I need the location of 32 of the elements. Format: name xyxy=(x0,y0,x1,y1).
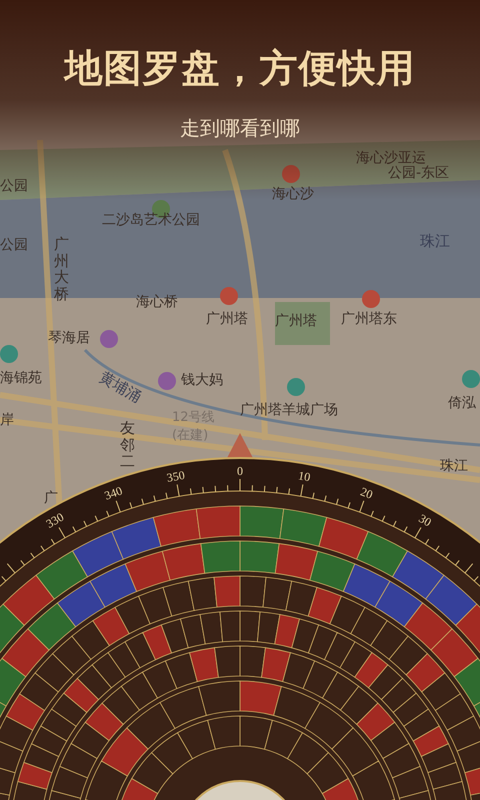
place-label: 岸 xyxy=(0,412,14,430)
place-label: 琴海居 xyxy=(48,330,90,348)
place-label: 海锦苑 xyxy=(0,370,42,388)
headline: 地图罗盘，方便快用 xyxy=(64,45,416,92)
place-label: 公园-东区 xyxy=(388,165,450,182)
degree-label: 30 xyxy=(416,511,434,530)
place-label: 广州塔 xyxy=(275,313,317,330)
degree-label: 350 xyxy=(166,468,186,485)
place-label: 广州塔 xyxy=(206,311,248,328)
degree-label: 340 xyxy=(102,483,124,503)
water-label: 黄埔涌 xyxy=(96,368,145,407)
place-label: 珠江 xyxy=(440,458,468,476)
degree-label: 10 xyxy=(297,468,312,484)
degree-label: 330 xyxy=(44,510,66,531)
street-label: 广州大桥 xyxy=(54,236,69,302)
place-label: 二沙岛艺术公园 xyxy=(102,212,200,230)
place-label: 钱大妈 xyxy=(181,372,223,390)
place-label: 公园 xyxy=(0,178,28,196)
degree-label: 20 xyxy=(358,484,375,502)
place-label: 倚泓 xyxy=(448,395,476,412)
street-label: 友邻二 xyxy=(120,420,135,470)
place-label: 海心桥 xyxy=(136,294,178,312)
subtitle: 走到哪看到哪 xyxy=(180,115,300,142)
place-label: 广州塔东 xyxy=(341,311,397,328)
place-label: 广 xyxy=(44,490,58,508)
transit-line-label: (在建) xyxy=(172,428,208,444)
park-drawing xyxy=(275,302,330,345)
place-label: 海心沙 xyxy=(272,186,314,204)
place-label: 广州塔羊城广场 xyxy=(240,402,338,420)
degree-label: 0 xyxy=(237,464,243,478)
place-label: 海心沙亚运 xyxy=(356,150,426,166)
place-label: 公园 xyxy=(0,237,28,254)
